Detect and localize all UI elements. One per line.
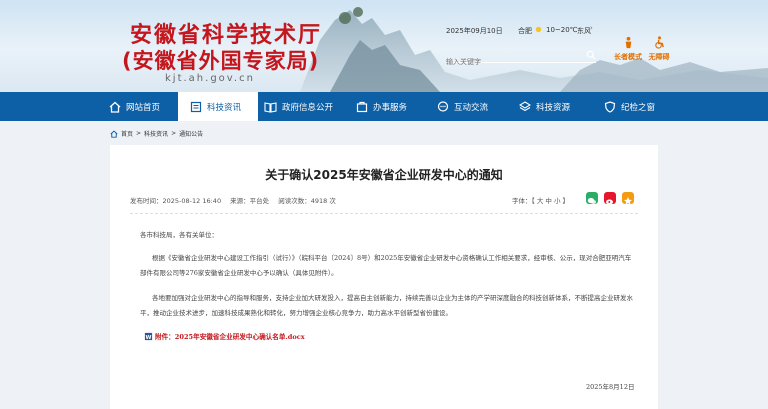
book-icon bbox=[264, 101, 277, 113]
current-date: 2025年09月10日 bbox=[446, 27, 503, 35]
wheelchair-icon bbox=[654, 36, 664, 49]
nav-item-discipline[interactable]: 纪检之窗 bbox=[604, 92, 674, 121]
service-icon bbox=[356, 101, 368, 112]
weibo-share-icon[interactable] bbox=[604, 192, 616, 205]
nav-item-news[interactable]: 科技资讯 bbox=[178, 92, 258, 121]
breadcrumb: 首页 > 科技资讯 > 通知公告 bbox=[110, 129, 203, 138]
article-sign-date: 2025年8月12日 bbox=[586, 383, 635, 391]
article-meta: 发布时间：2025-08-12 16:40 来源：平台处 阅读次数：4918 次 bbox=[130, 195, 343, 205]
doc-file-icon: W bbox=[144, 332, 153, 340]
main-nav: 网站首页 科技资讯 政府信息公开 办事服务 互动交流 科技资源 纪检之窗 bbox=[0, 92, 768, 121]
shield-icon bbox=[604, 100, 616, 113]
site-header: 安徽省科学技术厅 (安徽省外国专家局) kjt.ah.gov.cn 2025年0… bbox=[0, 0, 768, 92]
nav-item-home[interactable]: 网站首页 bbox=[103, 92, 171, 121]
nav-item-gov-info[interactable]: 政府信息公开 bbox=[264, 92, 354, 121]
weather-temp: 10~20℃ bbox=[546, 26, 578, 34]
article-panel: 关于确认2025年安徽省企业研发中心的通知 发布时间：2025-08-12 16… bbox=[110, 145, 658, 409]
publish-time: 发布时间：2025-08-12 16:40 bbox=[130, 197, 222, 205]
resource-icon bbox=[519, 100, 531, 111]
accessibility-label: 无障碍 bbox=[648, 53, 670, 61]
nav-item-interaction[interactable]: 互动交流 bbox=[437, 92, 507, 121]
elder-icon bbox=[625, 36, 631, 49]
weather-icon bbox=[535, 26, 542, 33]
search-icon[interactable] bbox=[586, 50, 596, 60]
article-source: 来源：平台处 bbox=[230, 197, 270, 205]
site-url: kjt.ah.gov.cn bbox=[165, 73, 255, 84]
breadcrumb-notices[interactable]: 通知公告 bbox=[179, 129, 203, 138]
attachment-link[interactable]: W 附件：2025年安徽省企业研发中心确认名单.docx bbox=[144, 331, 305, 341]
article-paragraph-1: 根据《安徽省企业研发中心建设工作指引（试行）》（皖科平台〔2024〕8号）和20… bbox=[140, 254, 632, 277]
search-input[interactable] bbox=[446, 56, 584, 69]
qzone-share-icon[interactable] bbox=[622, 192, 634, 205]
accessibility-button[interactable]: 无障碍 bbox=[642, 36, 676, 62]
nav-item-services[interactable]: 办事服务 bbox=[356, 92, 426, 121]
breadcrumb-home[interactable]: 首页 bbox=[121, 129, 133, 138]
weather-wind: 东风 bbox=[577, 27, 591, 35]
chevron-right-icon[interactable]: › bbox=[590, 24, 593, 32]
nav-item-resources[interactable]: 科技资源 bbox=[519, 92, 589, 121]
elder-mode-label: 长者模式 bbox=[614, 53, 642, 61]
article-paragraph-2: 各地要加强对企业研发中心的指导和服务，支持企业加大研发投入，提高自主创新能力，持… bbox=[140, 294, 633, 317]
meta-divider bbox=[130, 213, 638, 214]
wechat-share-icon[interactable] bbox=[586, 192, 598, 204]
elder-mode-button[interactable]: 长者模式 bbox=[611, 36, 645, 62]
attachment-label[interactable]: 附件：2025年安徽省企业研发中心确认名单.docx bbox=[155, 331, 305, 341]
home-icon bbox=[110, 130, 118, 138]
svg-text:W: W bbox=[146, 334, 152, 340]
chat-icon bbox=[437, 100, 449, 112]
weather-city: 合肥 bbox=[518, 27, 532, 35]
search-box[interactable] bbox=[446, 49, 596, 69]
home-icon bbox=[109, 101, 121, 113]
news-icon bbox=[190, 101, 202, 112]
font-size-control[interactable]: 字体：【 大 中 小 】 bbox=[512, 195, 569, 205]
breadcrumb-news[interactable]: 科技资讯 bbox=[144, 129, 168, 138]
article-title: 关于确认2025年安徽省企业研发中心的通知 bbox=[265, 168, 503, 182]
article-greeting: 各市科技局，各有关单位： bbox=[140, 231, 218, 239]
site-subtitle[interactable]: (安徽省外国专家局) bbox=[122, 49, 319, 73]
view-count: 阅读次数：4918 次 bbox=[278, 197, 336, 205]
site-title[interactable]: 安徽省科学技术厅 bbox=[130, 24, 322, 48]
